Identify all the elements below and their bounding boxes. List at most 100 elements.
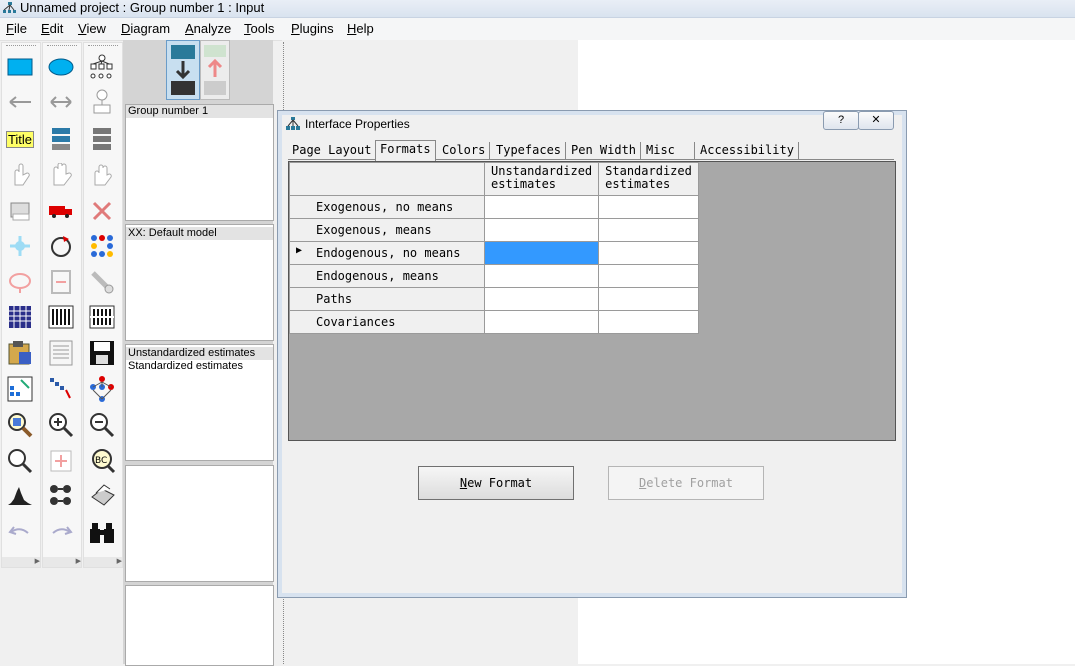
drag-properties-icon[interactable] [87,267,117,297]
view-input-icon[interactable] [166,40,200,100]
grid-cell[interactable] [598,287,699,311]
row-header[interactable]: Covariances [289,310,485,334]
move-object-icon[interactable] [46,196,76,226]
groups-panel: Group number 1 [125,104,274,221]
title-icon[interactable]: Title [5,124,35,154]
current-row-indicator-icon: ▶ [296,245,303,256]
deselect-all-icon[interactable] [87,160,117,190]
files-panel [125,585,274,666]
row-header-current[interactable]: ▶ Endogenous, no means [289,241,485,265]
save-icon[interactable] [87,338,117,368]
amos-app-icon [3,2,16,13]
select-data-files-icon[interactable] [5,338,35,368]
magnify-abc-icon[interactable]: BC [87,446,117,476]
formats-panel: Unstandardized estimates Standardized es… [125,344,274,461]
menu-help[interactable]: Help [347,21,374,36]
window-title-bar: Unnamed project : Group number 1 : Input [0,0,1075,18]
close-button[interactable]: ✕ [858,111,894,130]
print-icon[interactable] [87,481,117,511]
view-output-icon[interactable] [200,40,230,100]
degrees-of-freedom-icon[interactable] [5,481,35,511]
menu-plugins[interactable]: Plugins [291,21,334,36]
text-output-icon[interactable] [46,302,76,332]
grid-corner [289,162,485,196]
view-page-icon[interactable] [5,446,35,476]
tab-misc[interactable]: Misc [642,142,695,159]
tab-page-layout[interactable]: Page Layout [288,142,377,159]
row-header[interactable]: Exogenous, no means [289,195,485,219]
draw-latent-indicator-icon[interactable] [87,52,117,82]
multiple-group-analysis-icon[interactable] [46,481,76,511]
grid-cell[interactable] [483,310,600,334]
specification-search-icon[interactable] [87,374,117,404]
delete-format-button[interactable]: Delete Format [608,466,764,500]
space-vertically-icon[interactable] [46,267,76,297]
hand-select-all-icon[interactable] [46,160,76,190]
grid-cell[interactable] [598,264,699,288]
interface-properties-dialog: Interface Properties ? ✕ Page Layout For… [277,110,907,598]
analysis-properties-icon[interactable] [5,374,35,404]
svg-text:BC: BC [95,456,107,466]
grid-cell[interactable] [598,195,699,219]
help-button[interactable]: ? [823,111,859,130]
row-header[interactable]: Paths [289,287,485,311]
tab-formats[interactable]: Formats [375,140,436,161]
touch-up-icon[interactable] [46,446,76,476]
redo-icon[interactable] [46,518,76,548]
row-header[interactable]: Endogenous, means [289,264,485,288]
add-unique-variable-icon[interactable] [87,87,117,117]
calculate-estimates-icon[interactable] [87,302,117,332]
tab-pen-width[interactable]: Pen Width [567,142,642,159]
model-item[interactable]: XX: Default model [126,227,273,240]
grid-cell[interactable] [483,218,600,242]
erase-icon[interactable] [87,196,117,226]
double-arrow-icon[interactable] [46,87,76,117]
grid-cell[interactable] [598,218,699,242]
grid-cell[interactable] [483,195,600,219]
grid-cell[interactable] [483,264,600,288]
tab-accessibility[interactable]: Accessibility [696,142,799,159]
rotate-indicators-icon[interactable] [46,231,76,261]
view-text-icon[interactable] [46,338,76,368]
list-variables-in-model-icon[interactable] [46,124,76,154]
menu-tools[interactable]: Tools [244,21,274,36]
zoom-out-icon[interactable] [87,410,117,440]
grid-cell[interactable] [598,241,699,265]
reflect-indicators-icon[interactable] [87,231,117,261]
grid-cell-selected[interactable] [483,241,600,265]
draw-unobserved-variable-icon[interactable] [46,52,76,82]
menu-diagram[interactable]: Diagram [121,21,170,36]
draw-observed-variable-icon[interactable] [5,52,35,82]
menu-view[interactable]: View [78,21,106,36]
format-item-unstandardized[interactable]: Unstandardized estimates [126,347,273,360]
dialog-title: Interface Properties [305,117,410,131]
grid-cell[interactable] [598,310,699,334]
move-parameter-icon[interactable] [5,231,35,261]
models-panel: XX: Default model [125,224,274,341]
list-variables-in-dataset-icon[interactable] [87,124,117,154]
column-header-standardized[interactable]: Standardized estimates [598,162,699,196]
formats-grid: Unstandardized estimates Standardized es… [288,161,896,441]
menu-analyze[interactable]: Analyze [185,21,231,36]
zoom-in-area-icon[interactable] [5,410,35,440]
single-arrow-icon[interactable] [5,87,35,117]
binoculars-icon[interactable] [87,518,117,548]
row-header[interactable]: Exogenous, means [289,218,485,242]
tab-colors[interactable]: Colors [438,142,491,159]
shape-of-object-icon[interactable] [5,267,35,297]
group-item[interactable]: Group number 1 [126,105,273,118]
column-header-unstandardized[interactable]: Unstandardized estimates [483,162,600,196]
undo-icon[interactable] [5,518,35,548]
menu-file[interactable]: File [6,21,27,36]
zoom-in-icon[interactable] [46,410,76,440]
fit-to-page-icon[interactable] [46,374,76,404]
copy-object-icon[interactable] [5,196,35,226]
new-format-button[interactable]: New Format [418,466,574,500]
format-item-standardized[interactable]: Standardized estimates [126,360,273,373]
hand-select-one-icon[interactable] [5,160,35,190]
menu-bar: File Edit View Diagram Analyze Tools Plu… [0,18,1075,41]
menu-edit[interactable]: Edit [41,21,63,36]
tab-typefaces[interactable]: Typefaces [492,142,567,159]
grid-cell[interactable] [483,287,600,311]
list-variables-icon[interactable] [5,302,35,332]
